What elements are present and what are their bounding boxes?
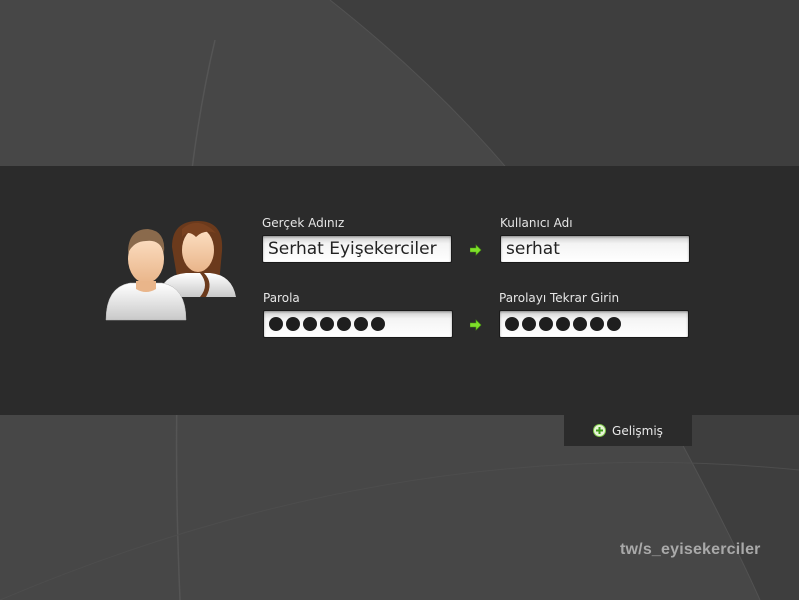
password-repeat-field[interactable]	[499, 310, 689, 338]
username-field[interactable]: serhat	[500, 235, 690, 263]
real-name-field[interactable]: Serhat Eyişekerciler	[262, 235, 452, 263]
password-mask	[269, 314, 447, 334]
advanced-button[interactable]: Gelişmiş	[564, 415, 692, 446]
watermark: tw/s_eyisekerciler	[620, 541, 761, 558]
plus-circle-icon	[593, 424, 607, 437]
users-icon	[105, 221, 236, 321]
password-label: Parola	[263, 291, 300, 305]
advanced-label: Gelişmiş	[612, 423, 663, 438]
real-name-label: Gerçek Adınız	[262, 216, 345, 230]
password-field[interactable]	[263, 310, 453, 338]
username-label: Kullanıcı Adı	[500, 216, 573, 230]
arrow-right-icon	[470, 244, 482, 256]
password-repeat-mask	[505, 314, 683, 334]
password-repeat-label: Parolayı Tekrar Girin	[499, 291, 620, 305]
arrow-right-icon	[470, 319, 482, 331]
